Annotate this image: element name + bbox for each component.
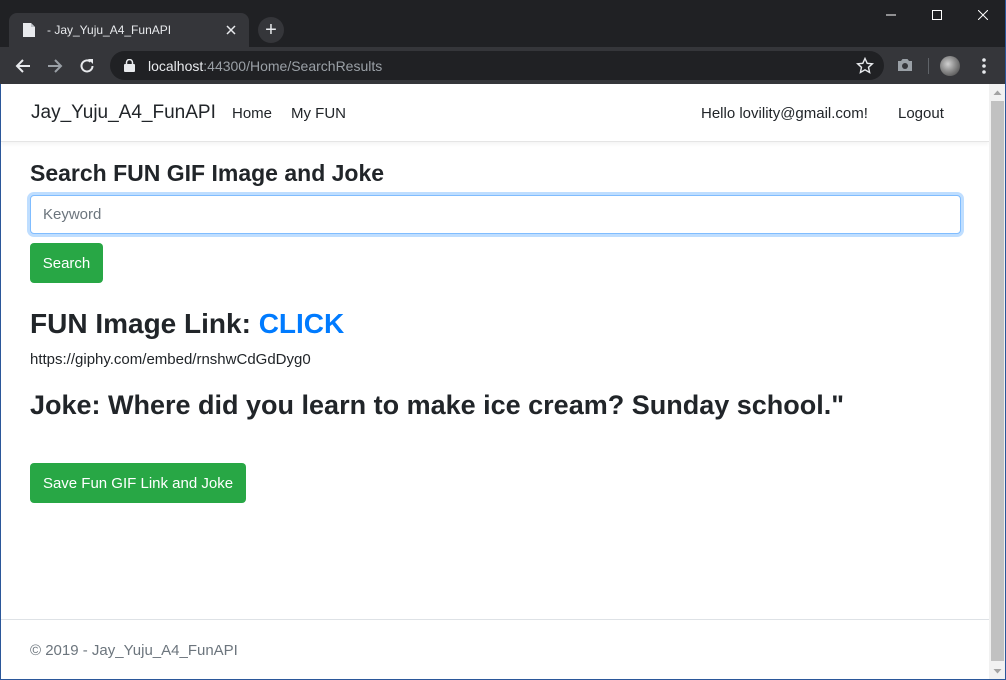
camera-icon[interactable]	[896, 57, 914, 78]
search-button[interactable]: Search	[30, 243, 103, 283]
image-link-label: FUN Image Link:	[30, 308, 259, 339]
scroll-up-arrow-icon[interactable]	[993, 88, 1002, 97]
minimize-icon[interactable]	[868, 0, 914, 30]
profile-avatar[interactable]	[940, 56, 960, 76]
new-tab-button[interactable]: +	[258, 17, 284, 43]
browser-titlebar: - Jay_Yuju_A4_FunAPI +	[0, 0, 1006, 47]
scrollbar-thumb[interactable]	[991, 101, 1004, 661]
reload-icon[interactable]	[73, 52, 101, 80]
forward-arrow-icon[interactable]	[41, 52, 69, 80]
nav-home-link[interactable]: Home	[232, 105, 272, 122]
url-text: localhost:44300/Home/SearchResults	[148, 58, 382, 74]
tab-title: - Jay_Yuju_A4_FunAPI	[47, 23, 172, 37]
image-link-heading: FUN Image Link: CLICK	[30, 308, 344, 340]
page-viewport: Jay_Yuju_A4_FunAPI Home My FUN Hello lov…	[1, 84, 989, 679]
image-click-link[interactable]: CLICK	[259, 308, 345, 339]
keyword-input[interactable]	[30, 195, 961, 234]
search-heading: Search FUN GIF Image and Joke	[30, 160, 385, 186]
logout-link[interactable]: Logout	[898, 105, 944, 122]
footer-copyright: © 2019 - Jay_Yuju_A4_FunAPI	[30, 642, 238, 659]
save-gif-joke-button[interactable]: Save Fun GIF Link and Joke	[30, 463, 246, 503]
url-path: :44300/Home/SearchResults	[203, 57, 383, 74]
menu-icon[interactable]	[978, 56, 990, 76]
user-greeting-link[interactable]: Hello lovility@gmail.com!	[701, 105, 868, 122]
vertical-scrollbar[interactable]	[989, 84, 1006, 680]
site-navbar: Jay_Yuju_A4_FunAPI Home My FUN Hello lov…	[1, 84, 989, 142]
address-bar[interactable]: localhost:44300/Home/SearchResults	[110, 51, 884, 80]
page-favicon-icon	[21, 22, 37, 38]
browser-tab[interactable]: - Jay_Yuju_A4_FunAPI	[9, 13, 249, 47]
gif-url-text: https://giphy.com/embed/rnshwCdGdDyg0	[30, 351, 311, 368]
window-border	[0, 84, 1, 680]
window-controls	[868, 0, 1006, 30]
url-host: localhost	[148, 57, 204, 74]
lock-icon	[122, 59, 136, 73]
footer-divider	[1, 619, 989, 620]
close-icon[interactable]	[219, 18, 243, 42]
browser-toolbar: localhost:44300/Home/SearchResults	[0, 47, 1006, 84]
maximize-icon[interactable]	[914, 0, 960, 30]
back-arrow-icon[interactable]	[9, 52, 37, 80]
window-close-icon[interactable]	[960, 0, 1006, 30]
nav-my-fun-link[interactable]: My FUN	[291, 105, 346, 122]
site-brand[interactable]: Jay_Yuju_A4_FunAPI	[31, 102, 216, 124]
star-icon[interactable]	[855, 56, 875, 75]
joke-text: Joke: Where did you learn to make ice cr…	[30, 390, 845, 420]
scroll-down-arrow-icon[interactable]	[993, 667, 1002, 676]
toolbar-separator	[928, 58, 929, 74]
